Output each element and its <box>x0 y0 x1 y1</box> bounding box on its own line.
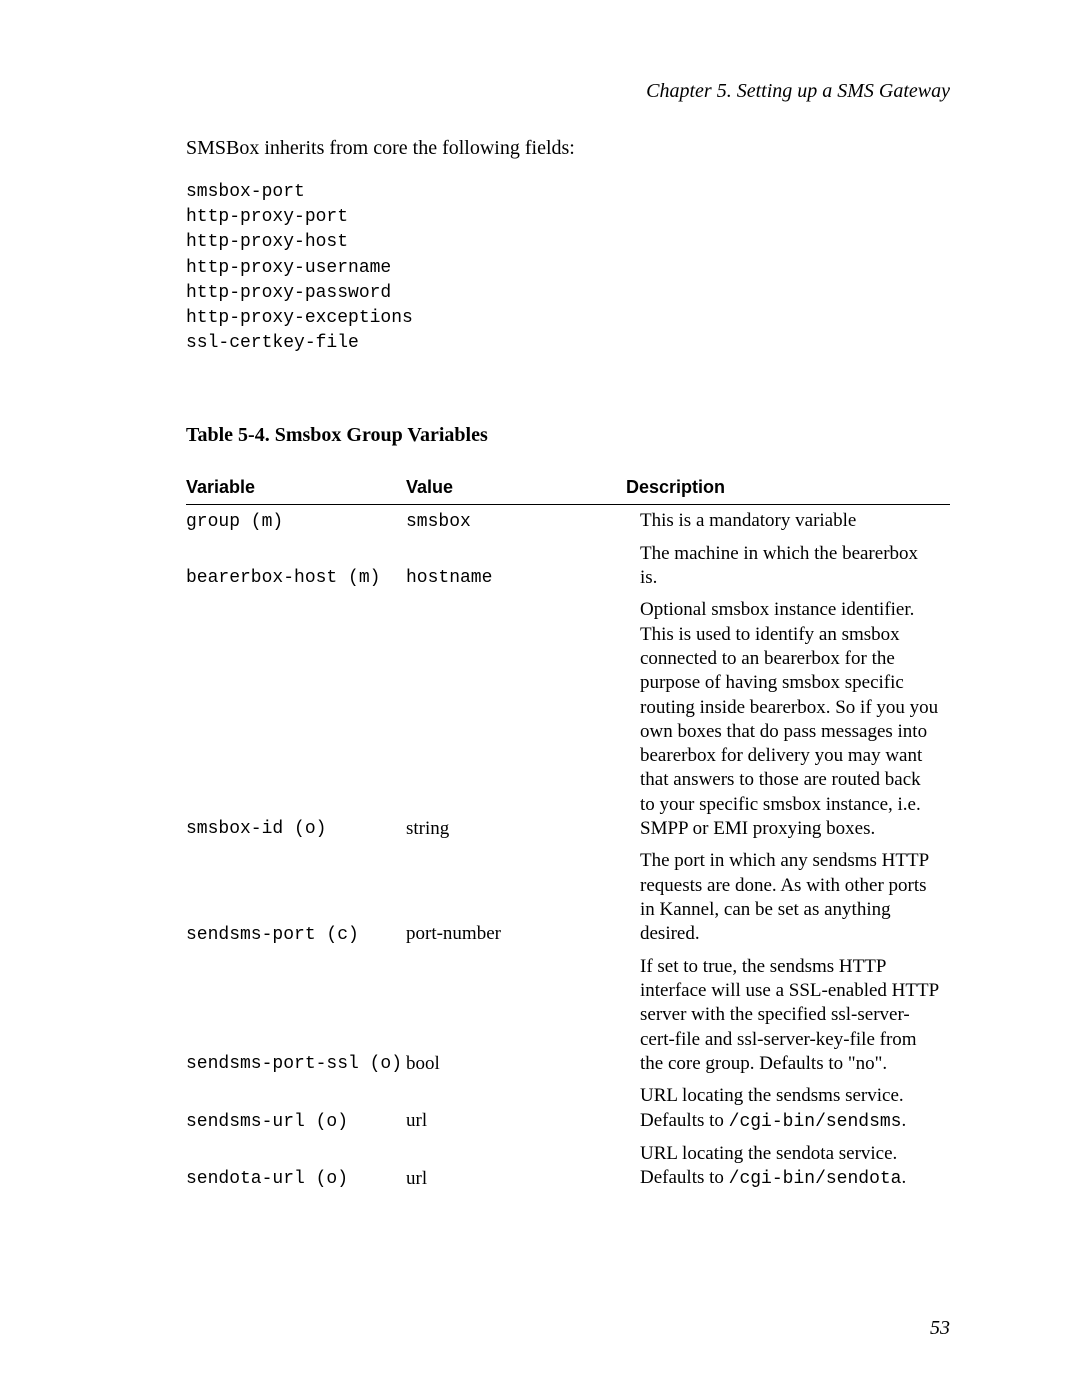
cell-description: Optional smsbox instance identifier. Thi… <box>626 594 950 845</box>
cell-variable: bearerbox-host (m) <box>186 538 406 595</box>
cell-variable: sendsms-url (o) <box>186 1080 406 1137</box>
cell-variable: smsbox-id (o) <box>186 594 406 845</box>
table-row: sendota-url (o)urlURL locating the sendo… <box>186 1138 950 1195</box>
cell-description: If set to true, the sendsms HTTP interfa… <box>626 951 950 1081</box>
col-header-variable: Variable <box>186 471 406 505</box>
smsbox-variables-table: Variable Value Description group (m)smsb… <box>186 471 950 1195</box>
table-title: Table 5-4. Smsbox Group Variables <box>186 424 950 447</box>
cell-value: port-number <box>406 845 626 950</box>
cell-description: The port in which any sendsms HTTP reque… <box>626 845 950 950</box>
page-number: 53 <box>930 1317 950 1340</box>
running-head: Chapter 5. Setting up a SMS Gateway <box>186 80 950 103</box>
cell-description: URL locating the sendsms service. Defaul… <box>626 1080 950 1137</box>
table-row: group (m)smsboxThis is a mandatory varia… <box>186 505 950 538</box>
table-row: sendsms-port-ssl (o)boolIf set to true, … <box>186 951 950 1081</box>
cell-variable: sendsms-port (c) <box>186 845 406 950</box>
col-header-value: Value <box>406 471 626 505</box>
table-header-row: Variable Value Description <box>186 471 950 505</box>
cell-variable: sendsms-port-ssl (o) <box>186 951 406 1081</box>
cell-variable: group (m) <box>186 505 406 538</box>
intro-text: SMSBox inherits from core the following … <box>186 137 950 160</box>
cell-value: smsbox <box>406 505 626 538</box>
cell-value: string <box>406 594 626 845</box>
table-row: bearerbox-host (m)hostnameThe machine in… <box>186 538 950 595</box>
page: Chapter 5. Setting up a SMS Gateway SMSB… <box>0 0 1080 1398</box>
cell-value: hostname <box>406 538 626 595</box>
table-row: sendsms-port (c)port-numberThe port in w… <box>186 845 950 950</box>
table-row: sendsms-url (o)urlURL locating the sends… <box>186 1080 950 1137</box>
cell-value: url <box>406 1080 626 1137</box>
col-header-description: Description <box>626 471 950 505</box>
cell-value: bool <box>406 951 626 1081</box>
inherited-fields-code: smsbox-port http-proxy-port http-proxy-h… <box>186 180 950 356</box>
cell-description: URL locating the sendota service. Defaul… <box>626 1138 950 1195</box>
table-row: smsbox-id (o)stringOptional smsbox insta… <box>186 594 950 845</box>
cell-variable: sendota-url (o) <box>186 1138 406 1195</box>
cell-description: This is a mandatory variable <box>626 505 950 538</box>
cell-description: The machine in which the bearerbox is. <box>626 538 950 595</box>
cell-value: url <box>406 1138 626 1195</box>
